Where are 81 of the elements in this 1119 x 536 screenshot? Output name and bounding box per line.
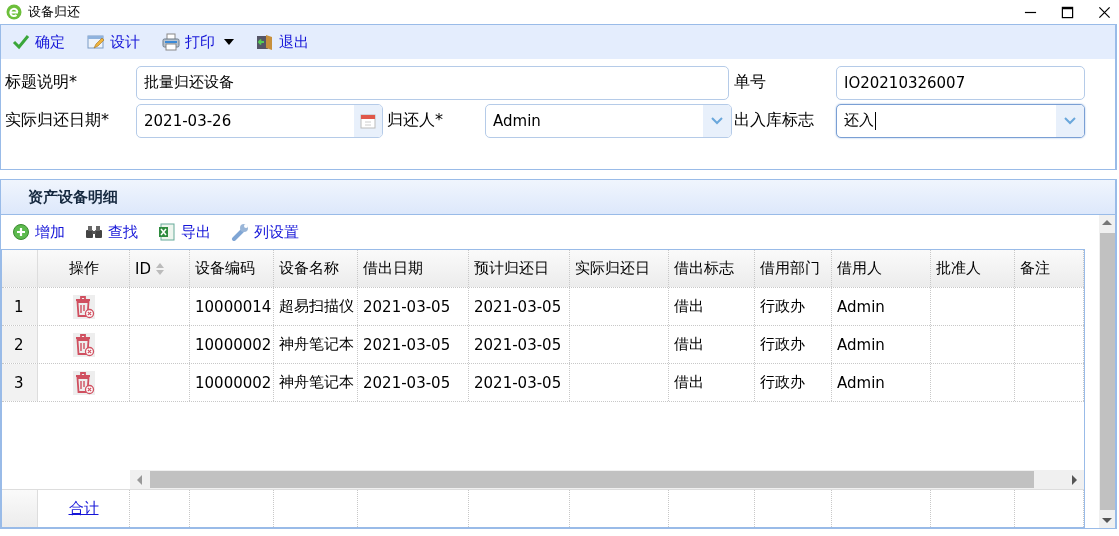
table-cell: 行政办 [760,373,805,392]
table-cell: 10000014 [195,297,272,316]
table-cell: 神舟笔记本 [279,335,354,354]
column-header[interactable]: 实际归还日 [570,250,669,287]
field-label: 实际归还日期* [5,110,110,131]
scroll-up-icon[interactable] [1102,219,1112,227]
app-icon [6,4,22,20]
chevron-down-icon[interactable] [1056,104,1084,137]
window-title: 设备归还 [28,3,80,21]
binoculars-icon [85,223,103,241]
table-cell: 2021-03-05 [363,373,451,392]
trash-icon[interactable] [72,294,95,319]
column-header[interactable]: 批准人 [931,250,1015,287]
row-number: 2 [2,326,38,363]
toolbar-button[interactable]: 设计 [82,30,145,54]
text-field[interactable]: 批量归还设备 [136,65,729,100]
trash-icon[interactable] [72,332,95,357]
date-field[interactable]: 2021-03-26 [136,103,383,138]
table-cell: 10000002 [195,373,272,392]
caret-icon [224,39,234,45]
close-icon[interactable] [1098,5,1111,19]
spreadsheet-icon [158,223,176,241]
maximize-icon[interactable] [1061,5,1074,19]
scroll-left-icon[interactable] [136,474,144,485]
table-cell: 10000002 [195,335,272,354]
field-label: 标题说明* [5,72,78,93]
column-header[interactable]: 借出日期 [358,250,469,287]
column-header[interactable]: ID [130,250,190,287]
toolbar-button[interactable]: 退出 [251,30,314,54]
toolbar-button[interactable]: 增加 [7,220,70,244]
toolbar-button[interactable]: 导出 [153,220,216,244]
scroll-down-icon[interactable] [1102,516,1112,524]
column-header[interactable]: 操作 [38,250,130,287]
toolbar-button[interactable]: 查找 [80,220,143,244]
scrollbar-thumb[interactable] [1099,233,1115,510]
toolbar-button[interactable]: 确定 [7,30,70,54]
field-label: 单号 [733,72,767,93]
table-cell: Admin [837,335,885,354]
scroll-right-icon[interactable] [1070,474,1078,485]
row-number: 1 [2,288,38,325]
column-header[interactable]: 备注 [1015,250,1084,287]
scrollbar-thumb[interactable] [150,471,1034,488]
field-label: 归还人* [386,110,444,131]
table-cell: Admin [837,297,885,316]
combo-box[interactable]: 还入 [836,103,1085,138]
toolbar-button[interactable]: 列设置 [226,220,304,244]
column-header[interactable]: 设备名称 [274,250,358,287]
pencil-icon [87,33,105,51]
table-cell: 借出 [674,335,704,354]
panel-title: 资产设备明细 [28,187,118,207]
trash-icon[interactable] [72,370,95,395]
table-cell: 借出 [674,373,704,392]
table-cell: 超易扫描仪 [279,297,354,316]
column-header[interactable]: 借出标志 [669,250,755,287]
table-cell: 2021-03-05 [474,335,562,354]
wrench-icon [231,223,249,241]
check-icon [12,33,30,51]
table-cell: 2021-03-05 [363,335,451,354]
column-header[interactable]: 设备编码 [190,250,274,287]
table-cell: 行政办 [760,297,805,316]
table-cell: 借出 [674,297,704,316]
table-cell: Admin [837,373,885,392]
plus-icon [12,223,30,241]
toolbar-button[interactable]: 打印 [157,30,239,54]
table-cell: 行政办 [760,335,805,354]
table-cell: 神舟笔记本 [279,373,354,392]
column-header[interactable]: 借用部门 [755,250,832,287]
text-field[interactable]: IO20210326007 [836,65,1085,100]
table-cell: 2021-03-05 [474,373,562,392]
table-cell: 2021-03-05 [363,297,451,316]
combo-box[interactable]: Admin [485,103,732,138]
total-link[interactable]: 合计 [68,499,99,518]
column-header[interactable]: 预计归还日 [469,250,570,287]
column-header[interactable]: 借用人 [832,250,931,287]
door-icon [256,33,274,51]
table-cell: 2021-03-05 [474,297,562,316]
row-number: 3 [2,364,38,401]
field-label: 出入库标志 [733,110,815,131]
row-number-header [2,250,38,287]
printer-icon [162,33,180,51]
calendar-icon[interactable] [354,104,382,137]
